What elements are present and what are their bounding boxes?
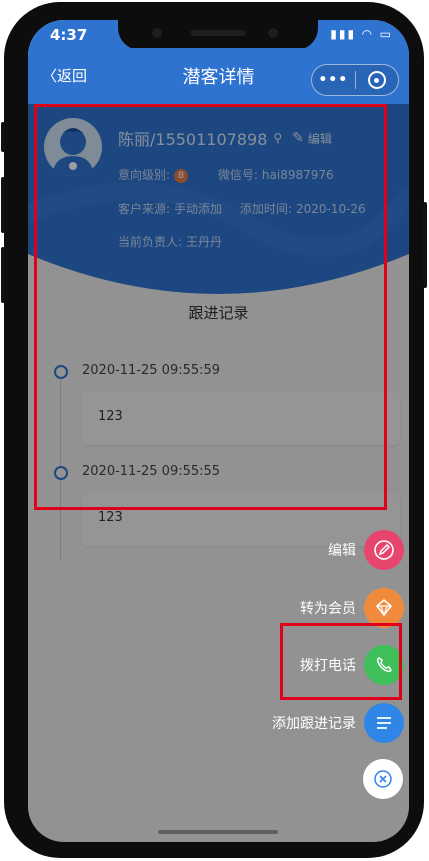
fab-label: 转为会员 xyxy=(300,601,356,617)
power-button xyxy=(423,202,427,288)
mini-program-capsule: ••• xyxy=(311,64,399,96)
status-time: 4:37 xyxy=(50,26,88,44)
highlight-box-customer-info xyxy=(34,104,387,510)
pencil-icon xyxy=(374,540,394,560)
fab-edit-button[interactable] xyxy=(364,530,404,570)
list-icon xyxy=(377,717,391,729)
home-indicator xyxy=(158,830,278,834)
fab-edit-item[interactable]: 编辑 xyxy=(328,528,404,572)
more-button[interactable]: ••• xyxy=(312,72,355,88)
fab-label: 添加跟进记录 xyxy=(272,716,356,732)
nav-bar: 〈返回 潜客详情 ••• xyxy=(28,48,409,104)
volume-up-button xyxy=(1,177,5,233)
close-mini-program-button[interactable] xyxy=(355,71,398,89)
mute-switch xyxy=(1,122,5,152)
volume-down-button xyxy=(1,247,5,303)
target-icon xyxy=(367,71,386,89)
notch xyxy=(118,20,318,50)
fab-convert-member-button[interactable] xyxy=(364,588,404,628)
highlight-box-call xyxy=(280,623,402,700)
close-icon xyxy=(374,770,392,788)
status-icons: ▮▮▮ ◠ ▭ xyxy=(330,27,393,41)
fab-add-followup-button[interactable] xyxy=(364,703,404,743)
fab-add-followup-item[interactable]: 添加跟进记录 xyxy=(272,701,404,745)
fab-label: 编辑 xyxy=(328,543,356,559)
fab-close-button[interactable] xyxy=(363,759,403,799)
diamond-icon xyxy=(375,598,393,617)
